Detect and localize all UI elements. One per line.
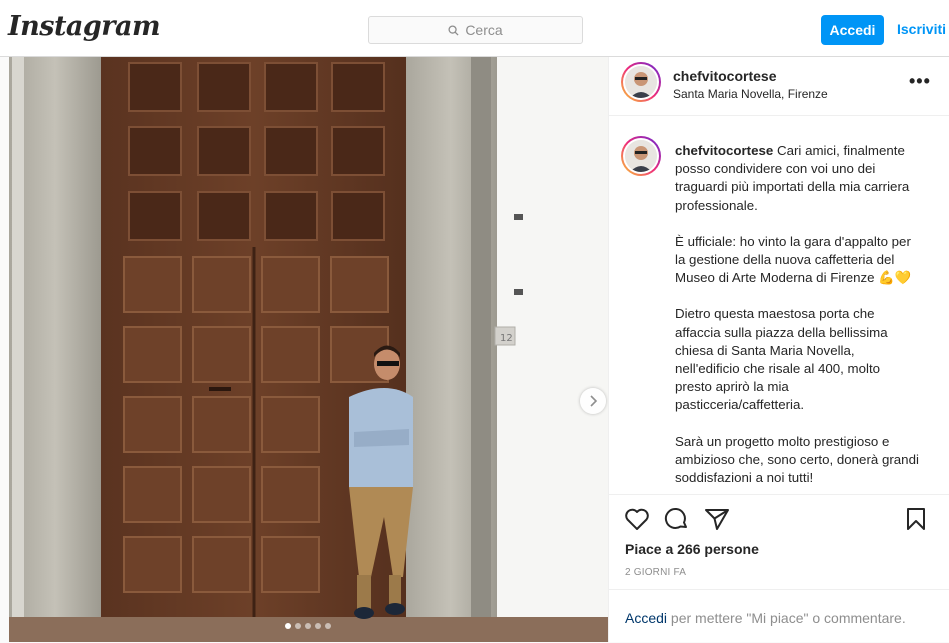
caption-paragraph: Sarà un progetto molto prestigioso e amb… [675,433,919,486]
search-input[interactable]: Cerca [368,16,583,44]
post-timestamp[interactable]: 2 GIORNI FA [625,567,686,578]
caption-text: chefvitocortese Cari amici, finalmente p… [675,142,920,494]
carousel-dot [305,623,311,629]
login-link[interactable]: Accedi [625,610,667,626]
likes-count[interactable]: Piace a 266 persone [625,541,759,557]
comment-button[interactable] [664,507,690,536]
heart-icon [625,508,649,530]
caption-area: chefvitocortese Cari amici, finalmente p… [609,116,949,494]
chevron-right-icon [590,395,598,407]
save-button[interactable] [905,507,927,536]
share-button[interactable] [704,507,730,536]
next-photo-button[interactable] [580,388,606,414]
carousel-indicator [285,623,331,629]
carousel-dot [325,623,331,629]
carousel-dot [285,623,291,629]
bookmark-icon [907,508,925,530]
post-location[interactable]: Santa Maria Novella, Firenze [673,87,828,101]
door-photo: 12 [9,57,608,642]
share-icon [705,509,729,530]
post-actions: Piace a 266 persone 2 GIORNI FA Accedi p… [609,494,949,642]
post-header: chefvitocortese Santa Maria Novella, Fir… [609,57,949,116]
login-button[interactable]: Accedi [821,15,884,45]
login-prompt: Accedi per mettere "Mi piace" o commenta… [609,589,949,643]
search-icon [448,24,459,36]
login-prompt-text: per mettere "Mi piace" o commentare. [667,610,906,626]
carousel-dot [295,623,301,629]
door-number: 12 [500,333,513,344]
top-bar: Instagram Cerca Accedi Iscriviti [0,0,949,57]
caption-avatar[interactable] [621,136,661,176]
post-username[interactable]: chefvitocortese [673,68,776,84]
more-options-icon[interactable]: ••• [909,71,931,92]
caption-paragraph: È ufficiale: ho vinto la gara d'appalto … [675,233,912,286]
carousel-dot [315,623,321,629]
post-photo[interactable]: 12 [9,57,608,642]
instagram-logo[interactable]: Instagram [8,11,161,42]
like-button[interactable] [624,507,650,536]
caption-paragraph: Dietro questa maestosa porta che affacci… [675,306,888,413]
post-side-panel: chefvitocortese Santa Maria Novella, Fir… [608,57,949,642]
avatar[interactable] [621,62,661,102]
signup-link[interactable]: Iscriviti [897,21,946,37]
caption-username[interactable]: chefvitocortese [675,143,773,158]
search-placeholder: Cerca [465,22,503,38]
comment-icon [664,508,687,529]
